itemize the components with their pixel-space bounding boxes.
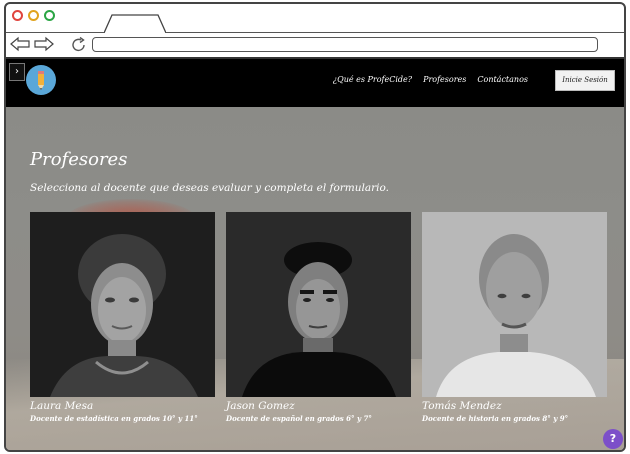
teacher-photo[interactable] bbox=[30, 212, 215, 397]
portrait-image bbox=[226, 212, 411, 397]
teacher-description: Docente de estadística en grados 10° y 1… bbox=[30, 414, 198, 423]
address-bar[interactable] bbox=[92, 37, 598, 52]
teacher-photo[interactable] bbox=[422, 212, 607, 397]
teacher-card-jason[interactable]: Jason Gomez Docente de español en grados… bbox=[226, 212, 411, 423]
arrow-right-icon[interactable] bbox=[34, 36, 54, 52]
site-logo[interactable] bbox=[26, 65, 56, 95]
nav-link-que-es[interactable]: ¿Qué es ProfeCide? bbox=[333, 75, 412, 84]
teacher-name: Laura Mesa bbox=[30, 400, 94, 412]
site-navbar: › ¿Qué es ProfeCide? Profesores Contácta… bbox=[6, 59, 624, 107]
reload-icon[interactable] bbox=[70, 36, 88, 54]
teacher-description: Docente de historia en grados 8° y 9° bbox=[422, 414, 569, 423]
page-title: Profesores bbox=[30, 149, 128, 170]
portrait-image bbox=[422, 212, 607, 397]
browser-titlebar bbox=[6, 4, 624, 33]
browser-toolbar bbox=[6, 33, 624, 59]
teacher-name: Tomás Mendez bbox=[422, 400, 502, 412]
teacher-card-tomas[interactable]: Tomás Mendez Docente de historia en grad… bbox=[422, 212, 607, 423]
teacher-photo[interactable] bbox=[226, 212, 411, 397]
question-icon: ? bbox=[609, 432, 617, 445]
browser-window: › ¿Qué es ProfeCide? Profesores Contácta… bbox=[4, 2, 626, 452]
maximize-window-button[interactable] bbox=[44, 10, 55, 21]
nav-link-profesores[interactable]: Profesores bbox=[423, 75, 466, 84]
teacher-name: Jason Gomez bbox=[226, 400, 295, 412]
browser-tab[interactable] bbox=[104, 12, 166, 33]
pencil-icon bbox=[38, 71, 44, 90]
sidebar-toggle-button[interactable]: › bbox=[9, 63, 25, 81]
teacher-card-laura[interactable]: Laura Mesa Docente de estadística en gra… bbox=[30, 212, 215, 423]
portrait-image bbox=[30, 212, 215, 397]
login-button[interactable]: Inicie Sesión bbox=[555, 70, 615, 91]
webpage: › ¿Qué es ProfeCide? Profesores Contácta… bbox=[6, 59, 624, 450]
nav-links: ¿Qué es ProfeCide? Profesores Contáctano… bbox=[333, 75, 528, 84]
page-subtitle: Selecciona al docente que deseas evaluar… bbox=[30, 182, 389, 194]
arrow-left-icon[interactable] bbox=[10, 36, 30, 52]
nav-link-contactanos[interactable]: Contáctanos bbox=[477, 75, 528, 84]
close-window-button[interactable] bbox=[12, 10, 23, 21]
help-button[interactable]: ? bbox=[603, 429, 623, 449]
minimize-window-button[interactable] bbox=[28, 10, 39, 21]
teacher-description: Docente de español en grados 6° y 7° bbox=[226, 414, 372, 423]
